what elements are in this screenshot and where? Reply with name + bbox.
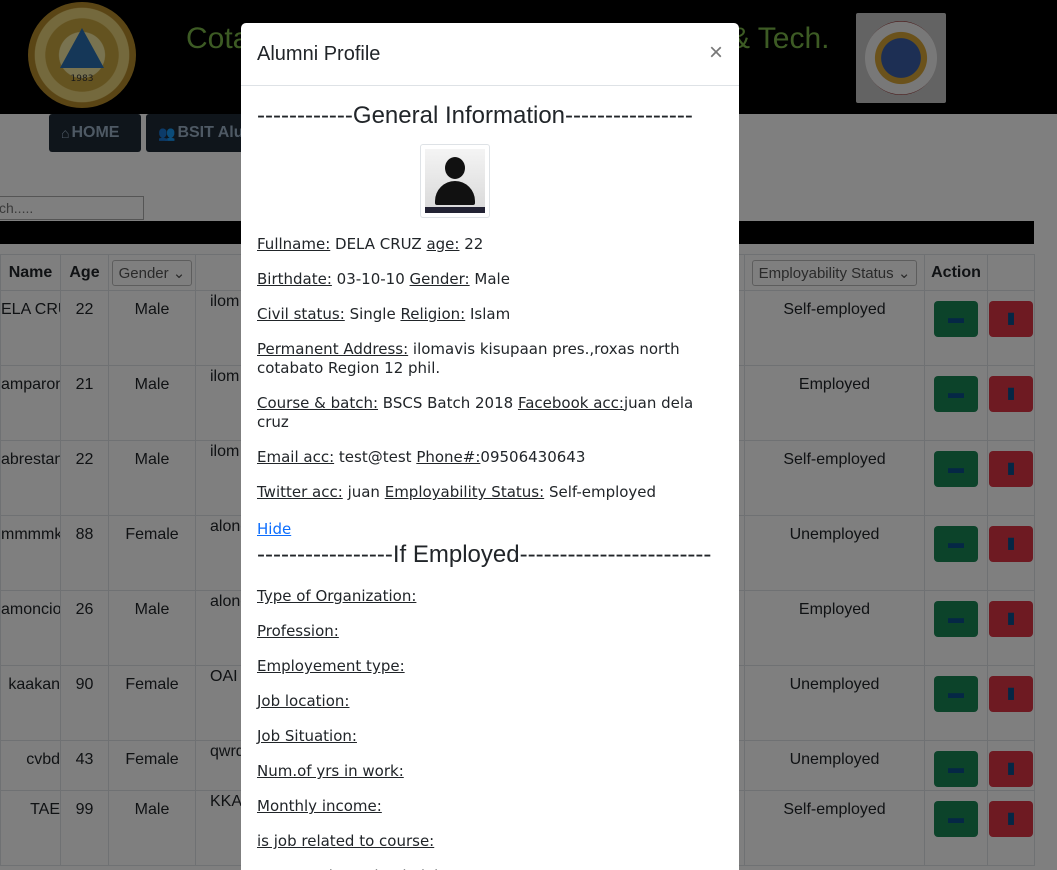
employed-field-row: Employement type: bbox=[257, 657, 723, 676]
fullname-row: Fullname: DELA CRUZ age: 22 bbox=[257, 235, 484, 253]
employed-field-label: Monthly income: bbox=[257, 797, 382, 815]
employed-field-label: Job Situation: bbox=[257, 727, 357, 745]
employed-field-row: Job Situation: bbox=[257, 727, 723, 746]
email-row: Email acc: test@test Phone#:09506430643 bbox=[257, 448, 586, 466]
close-icon[interactable]: × bbox=[709, 41, 723, 65]
modal-title: Alumni Profile bbox=[257, 43, 381, 65]
twitter-row: Twitter acc: juan Employability Status: … bbox=[257, 483, 657, 501]
employed-heading: -----------------If Employed------------… bbox=[257, 541, 712, 568]
employed-field-row: is job related to course: bbox=[257, 832, 723, 851]
address-row: Permanent Address: ilomavis kisupaan pre… bbox=[257, 340, 680, 377]
alumni-profile-modal: Alumni Profile × ------------General Inf… bbox=[241, 23, 739, 870]
employed-field-label: Type of Organization: bbox=[257, 587, 417, 605]
employed-field-label: Job location: bbox=[257, 692, 350, 710]
birthdate-row: Birthdate: 03-10-10 Gender: Male bbox=[257, 270, 510, 288]
employed-field-label: is job related to course: bbox=[257, 832, 435, 850]
general-info-heading: ------------General Information---------… bbox=[257, 102, 693, 129]
hide-link[interactable]: Hide bbox=[257, 520, 291, 538]
employed-field-label: Num.of yrs in work: bbox=[257, 762, 404, 780]
employed-field-label: Profession: bbox=[257, 622, 339, 640]
employed-field-row: Profession: bbox=[257, 622, 723, 641]
modal-header: Alumni Profile × bbox=[241, 23, 739, 86]
employed-field-row: Num.of yrs in work: bbox=[257, 762, 723, 781]
avatar-icon bbox=[445, 157, 465, 179]
employed-field-row: Type of Organization: bbox=[257, 587, 723, 606]
employed-fields: Type of Organization: Profession: Employem… bbox=[257, 587, 723, 870]
employed-field-label: Employement type: bbox=[257, 657, 405, 675]
employed-field-row: Monthly income: bbox=[257, 797, 723, 816]
modal-body: ------------General Information---------… bbox=[241, 102, 739, 870]
civil-status-row: Civil status: Single Religion: Islam bbox=[257, 305, 511, 323]
course-row: Course & batch: BSCS Batch 2018 Facebook… bbox=[257, 394, 694, 431]
employed-field-row: Job location: bbox=[257, 692, 723, 711]
profile-photo bbox=[420, 144, 490, 218]
